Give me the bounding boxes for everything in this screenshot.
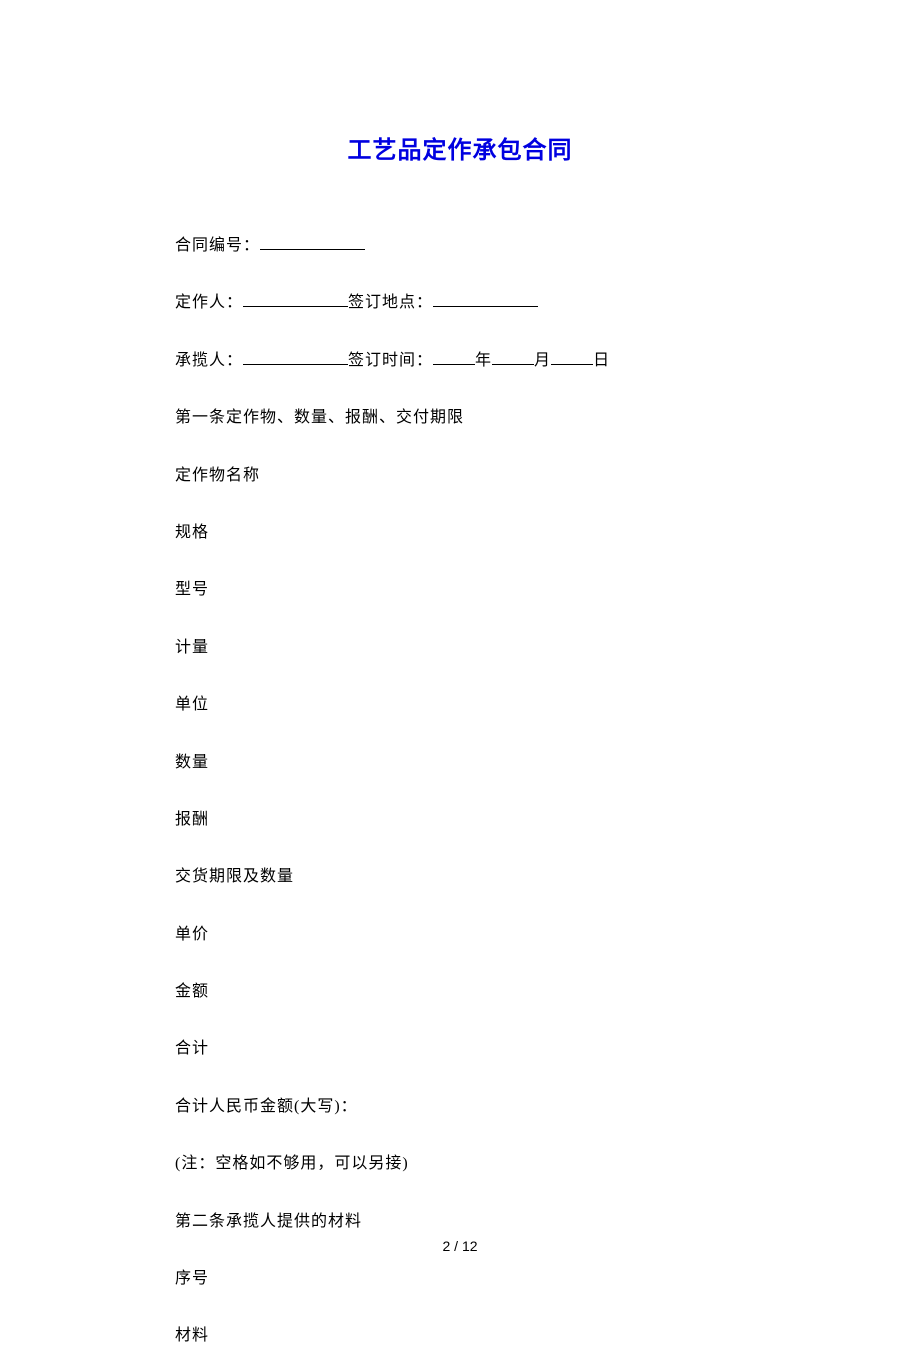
seq-label: 序号 [175, 1268, 745, 1290]
model-label: 型号 [175, 579, 745, 601]
party-a-line: 定作人： 签订地点： [175, 292, 745, 314]
page-total: 12 [462, 1238, 478, 1254]
month-text: 月 [534, 352, 551, 369]
delivery-label: 交货期限及数量 [175, 866, 745, 888]
article-1: 第一条定作物、数量、报酬、交付期限 [175, 407, 745, 429]
total-label: 合计 [175, 1038, 745, 1060]
article-2: 第二条承揽人提供的材料 [175, 1211, 745, 1233]
page-separator: / [450, 1238, 462, 1254]
party-b-line: 承揽人： 签订时间： 年 月 日 [175, 350, 745, 372]
page-footer: 2 / 12 [0, 1238, 920, 1254]
blank-day [551, 364, 593, 365]
item-name-label: 定作物名称 [175, 465, 745, 487]
unit-label: 单位 [175, 694, 745, 716]
amount-label: 金额 [175, 981, 745, 1003]
total-rmb-label: 合计人民币金额(大写)： [175, 1096, 745, 1118]
contract-number-line: 合同编号： [175, 235, 745, 257]
spec-label: 规格 [175, 522, 745, 544]
blank-year [433, 364, 475, 365]
quantity-label: 数量 [175, 752, 745, 774]
measure-label: 计量 [175, 637, 745, 659]
remuneration-label: 报酬 [175, 809, 745, 831]
blank-party-a [243, 306, 348, 307]
note-label: (注：空格如不够用，可以另接) [175, 1153, 745, 1175]
blank-sign-place [433, 306, 538, 307]
blank-month [492, 364, 534, 365]
document-page: 工艺品定作承包合同 合同编号： 定作人： 签订地点： 承揽人： 签订时间： 年 月 日 第… [0, 0, 920, 1348]
unit-price-label: 单价 [175, 924, 745, 946]
blank-contract-number [260, 249, 365, 250]
day-text: 日 [593, 352, 610, 369]
party-b-label: 承揽人： [175, 352, 243, 369]
material-label: 材料 [175, 1325, 745, 1347]
sign-place-label: 签订地点： [348, 294, 433, 311]
contract-number-label: 合同编号： [175, 237, 260, 254]
document-title: 工艺品定作承包合同 [175, 130, 745, 165]
year-text: 年 [475, 352, 492, 369]
sign-time-label: 签订时间： [348, 352, 433, 369]
party-a-label: 定作人： [175, 294, 243, 311]
blank-party-b [243, 364, 348, 365]
